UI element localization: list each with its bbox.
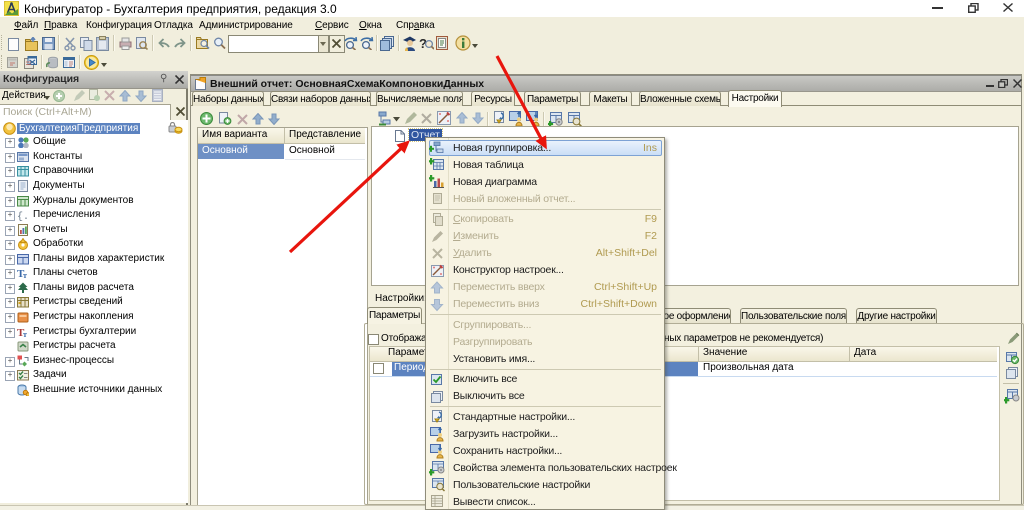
svg-text:т: т bbox=[23, 271, 27, 279]
svg-text:т: т bbox=[23, 330, 27, 338]
svg-text:{..}: {..} bbox=[17, 211, 29, 221]
